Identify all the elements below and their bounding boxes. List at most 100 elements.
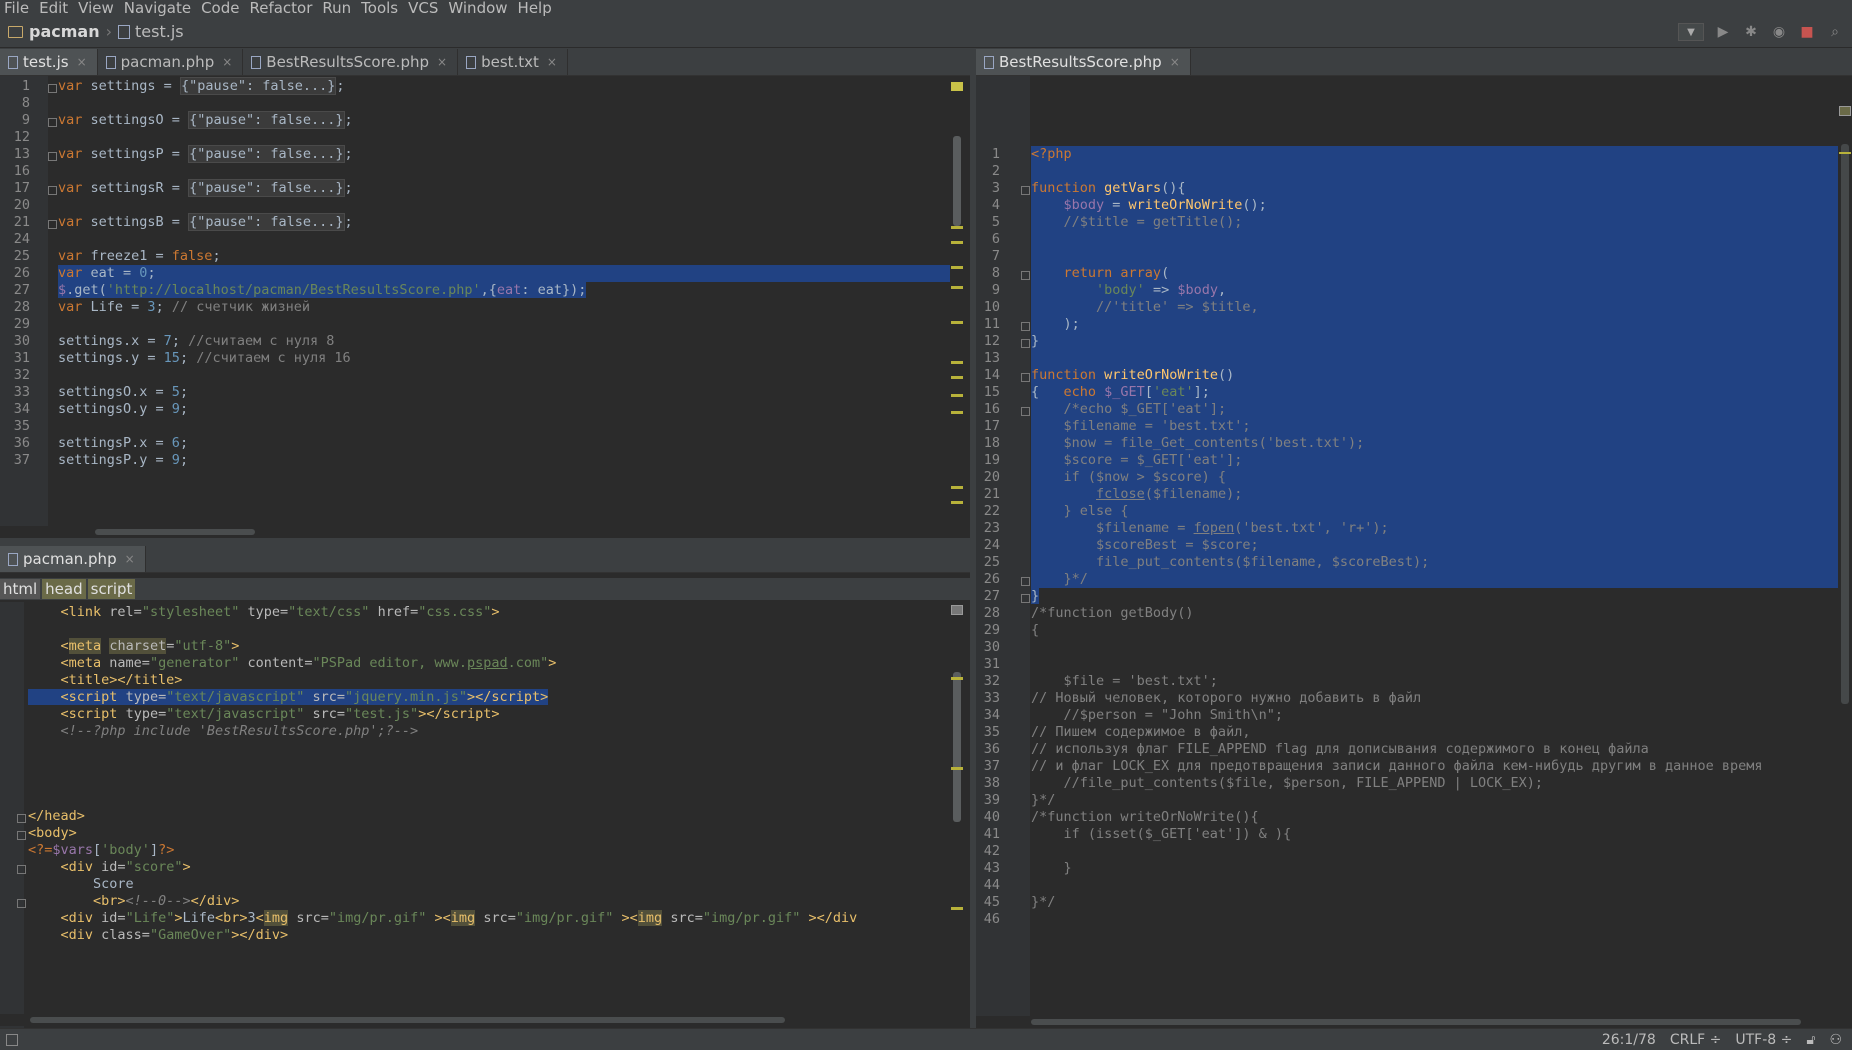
breadcrumb-html[interactable]: html bbox=[0, 579, 41, 599]
code-line[interactable]: { echo $_GET['eat']; bbox=[1031, 384, 1210, 401]
close-icon[interactable]: × bbox=[437, 55, 447, 69]
code-line[interactable]: $scoreBest = $score; bbox=[1031, 537, 1259, 554]
line-separator[interactable]: CRLF ÷ bbox=[1670, 1032, 1722, 1048]
code-line[interactable]: Score bbox=[28, 876, 134, 893]
horizontal-scroll-thumb[interactable] bbox=[95, 529, 255, 535]
fold-icon[interactable] bbox=[1021, 271, 1030, 280]
tab-best-txt[interactable]: best.txt × bbox=[458, 49, 568, 75]
code-line[interactable]: <div id="score"> bbox=[28, 859, 191, 876]
code-line[interactable]: var settingsR = {"pause": false...}; bbox=[58, 179, 353, 197]
menu-refactor[interactable]: Refactor bbox=[245, 0, 318, 16]
menu-vcs[interactable]: VCS bbox=[404, 0, 444, 16]
code-line[interactable]: var settingsP = {"pause": false...}; bbox=[58, 145, 353, 163]
run-icon[interactable]: ▶ bbox=[1714, 23, 1732, 41]
tab-bestresultsscore-php[interactable]: BestResultsScore.php × bbox=[976, 49, 1191, 75]
scroll-thumb[interactable] bbox=[1841, 144, 1849, 704]
marker-strip[interactable] bbox=[950, 602, 964, 1014]
code-line[interactable]: settingsO.y = 9; bbox=[58, 401, 188, 418]
fold-icon[interactable] bbox=[1021, 577, 1030, 586]
code-line[interactable]: <br><!--0--></div> bbox=[28, 893, 239, 910]
menu-window[interactable]: Window bbox=[444, 0, 513, 16]
code-line[interactable]: var freeze1 = false; bbox=[58, 248, 221, 265]
code-line[interactable]: // и флаг LOCK_EX для предотвращения зап… bbox=[1031, 758, 1763, 775]
code-area[interactable]: <?php function getVars(){ $body = writeOr… bbox=[976, 104, 1838, 1019]
debug-icon[interactable]: ✱ bbox=[1742, 23, 1760, 41]
code-line[interactable]: }*/ bbox=[1031, 792, 1055, 809]
scroll-thumb[interactable] bbox=[953, 136, 961, 226]
code-line[interactable]: settings.x = 7; //считаем с нуля 8 bbox=[58, 333, 334, 350]
caret-position[interactable]: 26:1/78 bbox=[1602, 1032, 1656, 1048]
code-line[interactable]: } else { bbox=[1031, 503, 1129, 520]
horizontal-scrollbar[interactable] bbox=[0, 1014, 970, 1026]
code-line[interactable]: <meta name="generator" content="PSPad ed… bbox=[28, 655, 557, 672]
file-encoding[interactable]: UTF-8 ÷ bbox=[1735, 1032, 1792, 1048]
code-area[interactable]: var settings = {"pause": false...}; var s… bbox=[0, 76, 950, 526]
close-icon[interactable]: × bbox=[125, 552, 135, 566]
code-line[interactable]: $filename = fopen('best.txt', 'r+'); bbox=[1031, 520, 1389, 537]
tab-bestresultsscore-php[interactable]: BestResultsScore.php × bbox=[243, 49, 459, 75]
code-line[interactable]: $.get('http://localhost/pacman/BestResul… bbox=[58, 282, 587, 299]
code-line[interactable]: <meta charset="utf-8"> bbox=[28, 638, 239, 655]
close-icon[interactable]: × bbox=[1170, 55, 1180, 69]
code-line[interactable]: function writeOrNoWrite() bbox=[1031, 367, 1234, 384]
menu-edit[interactable]: Edit bbox=[35, 0, 74, 16]
code-line[interactable]: var settings = {"pause": false...}; bbox=[58, 77, 345, 95]
fold-icon[interactable] bbox=[1021, 322, 1030, 331]
code-line[interactable]: <?php bbox=[1031, 146, 1072, 163]
code-line[interactable]: <title></title> bbox=[28, 672, 183, 689]
fold-icon[interactable] bbox=[17, 865, 26, 874]
code-line[interactable]: settingsP.x = 6; bbox=[58, 435, 188, 452]
code-line[interactable]: $file = 'best.txt'; bbox=[1031, 673, 1218, 690]
tab-test-js[interactable]: test.js × bbox=[0, 49, 98, 75]
coverage-icon[interactable]: ◉ bbox=[1770, 23, 1788, 41]
code-line[interactable]: /*function writeOrNoWrite(){ bbox=[1031, 809, 1259, 826]
horizontal-scrollbar[interactable] bbox=[976, 1016, 1852, 1028]
fold-icon[interactable] bbox=[48, 84, 57, 93]
lock-icon[interactable]: 🔓︎ bbox=[1806, 1032, 1815, 1048]
fold-icon[interactable] bbox=[1021, 373, 1030, 382]
fold-icon[interactable] bbox=[48, 220, 57, 229]
code-line[interactable]: } bbox=[1031, 588, 1040, 605]
code-line[interactable]: //$title = getTitle(); bbox=[1031, 214, 1243, 231]
menu-code[interactable]: Code bbox=[197, 0, 245, 16]
code-line[interactable]: settingsO.x = 5; bbox=[58, 384, 188, 401]
horizontal-scroll-thumb[interactable] bbox=[1031, 1019, 1801, 1025]
code-line[interactable]: <link rel="stylesheet" type="text/css" h… bbox=[28, 604, 500, 621]
marker-strip[interactable] bbox=[950, 76, 964, 526]
code-line[interactable]: function getVars(){ bbox=[1031, 180, 1185, 197]
menu-file[interactable]: File bbox=[0, 0, 35, 16]
nav-project[interactable]: pacman bbox=[29, 22, 100, 41]
code-line[interactable]: /*function getBody() bbox=[1031, 605, 1194, 622]
code-line[interactable]: /*echo $_GET['eat']; bbox=[1031, 401, 1227, 418]
code-line[interactable]: $now = file_Get_contents('best.txt'); bbox=[1031, 435, 1365, 452]
breadcrumb-head[interactable]: head bbox=[42, 579, 86, 599]
code-line[interactable]: // Пишем содержимое в файл, bbox=[1031, 724, 1250, 741]
menu-tools[interactable]: Tools bbox=[357, 0, 404, 16]
code-line[interactable]: var settingsO = {"pause": false...}; bbox=[58, 111, 353, 129]
code-line[interactable]: 'body' => $body, bbox=[1031, 282, 1226, 299]
code-line[interactable]: <script type="text/javascript" src="jque… bbox=[28, 689, 549, 706]
code-line[interactable]: // Новый человек, которого нужно добавит… bbox=[1031, 690, 1421, 707]
code-line[interactable]: <div class="GameOver"></div> bbox=[28, 927, 289, 944]
code-line[interactable]: }*/ bbox=[1031, 571, 1088, 588]
code-line[interactable]: <div id="Life">Life<br>3<img src="img/pr… bbox=[28, 910, 857, 927]
fold-icon[interactable] bbox=[1021, 186, 1030, 195]
close-icon[interactable]: × bbox=[222, 55, 232, 69]
close-icon[interactable]: × bbox=[547, 55, 557, 69]
fold-icon[interactable] bbox=[48, 118, 57, 127]
code-line[interactable]: fclose($filename); bbox=[1031, 486, 1242, 503]
code-line[interactable]: <body> bbox=[28, 825, 77, 842]
code-line[interactable]: if (isset($_GET['eat']) & ){ bbox=[1031, 826, 1292, 843]
run-config-dropdown[interactable]: ▼ bbox=[1678, 23, 1704, 41]
code-line[interactable]: if ($now > $score) { bbox=[1031, 469, 1227, 486]
code-line[interactable]: } bbox=[1031, 860, 1072, 877]
code-line[interactable]: return array( bbox=[1031, 265, 1170, 282]
code-line[interactable]: settingsP.y = 9; bbox=[58, 452, 188, 469]
code-line[interactable]: file_put_contents($filename, $scoreBest)… bbox=[1031, 554, 1429, 571]
tab-pacman-php[interactable]: pacman.php × bbox=[0, 546, 146, 572]
code-line[interactable]: </head> bbox=[28, 808, 85, 825]
fold-icon[interactable] bbox=[1021, 339, 1030, 348]
fold-icon[interactable] bbox=[48, 152, 57, 161]
code-area[interactable]: <link rel="stylesheet" type="text/css" h… bbox=[0, 602, 950, 1014]
tab-pacman-php[interactable]: pacman.php × bbox=[98, 49, 244, 75]
